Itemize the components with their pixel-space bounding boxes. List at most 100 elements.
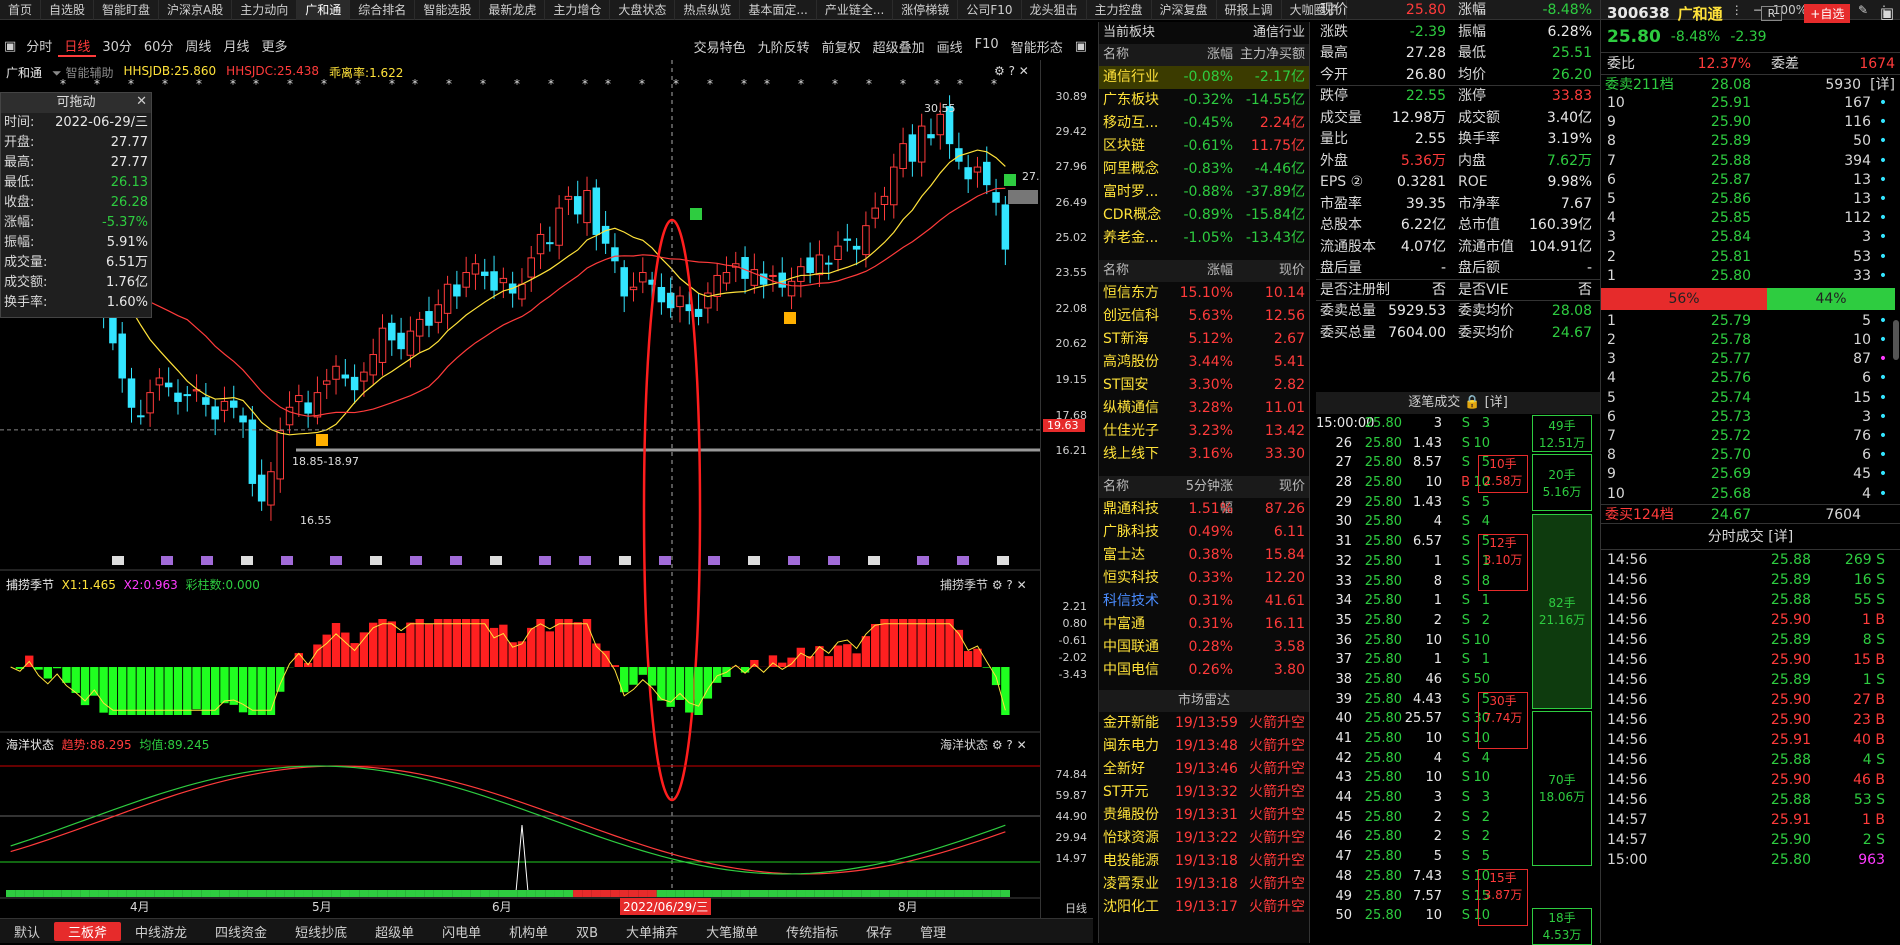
toolbar-menu[interactable]: 前复权 xyxy=(816,37,867,56)
radar-row[interactable]: 闽东电力19/13:48火箭升空 xyxy=(1099,735,1309,758)
table-row[interactable]: 恒信东方15.10%10.14 xyxy=(1099,282,1309,305)
top-tab[interactable]: 沪深京A股 xyxy=(159,0,232,20)
order-level[interactable]: 825.706• xyxy=(1601,446,1900,465)
top-tab[interactable]: 首页 xyxy=(0,0,41,20)
table-row[interactable]: 区块链-0.61%11.75亿 xyxy=(1099,135,1309,158)
draggable-info-box[interactable]: 可拖动 ✕ 时间:2022-06-29/三开盘:27.77最高:27.77最低:… xyxy=(0,92,152,318)
order-level[interactable]: 125.8033• xyxy=(1601,267,1900,286)
top-tab[interactable]: 龙头狙击 xyxy=(1022,0,1087,20)
info-box-title[interactable]: 可拖动 xyxy=(1,93,151,113)
order-level[interactable]: 225.7810• xyxy=(1601,331,1900,350)
table-row[interactable]: ST新海5.12%2.67 xyxy=(1099,328,1309,351)
table-row[interactable]: 通信行业-0.08%-2.17亿 xyxy=(1099,66,1309,89)
indicator-tab[interactable]: 保存 xyxy=(852,922,906,941)
indicator-tab[interactable]: 管理 xyxy=(906,922,960,941)
top-tab[interactable]: 自选股 xyxy=(41,0,94,20)
top-tab[interactable]: 最新龙虎 xyxy=(480,0,545,20)
table-row[interactable]: ST国安3.30%2.82 xyxy=(1099,374,1309,397)
top-tab[interactable]: 主力增仓 xyxy=(545,0,610,20)
table-row[interactable]: 纵横通信3.28%11.01 xyxy=(1099,397,1309,420)
table-row[interactable]: 高鸿股份3.44%5.41 xyxy=(1099,351,1309,374)
toolbar-menu[interactable]: F10 xyxy=(969,37,1005,56)
table-row[interactable]: 阿里概念-0.83%-4.46亿 xyxy=(1099,158,1309,181)
toolbar-menu[interactable]: 智能形态 xyxy=(1005,37,1069,56)
indicator-tab[interactable]: 三板斧 xyxy=(54,922,121,941)
indicator-tab[interactable]: 双B xyxy=(562,922,612,941)
radar-row[interactable]: 贵绳股份19/13:31火箭升空 xyxy=(1099,804,1309,827)
table-row[interactable]: 科信技术0.31%41.61 xyxy=(1099,590,1309,613)
order-level[interactable]: 625.733• xyxy=(1601,408,1900,427)
table-row[interactable]: 中国联通0.28%3.58 xyxy=(1099,636,1309,659)
order-level[interactable]: 525.7415• xyxy=(1601,389,1900,408)
period-tab[interactable]: 月线 xyxy=(217,36,255,57)
add-watchlist-button[interactable]: +自选 xyxy=(1804,4,1850,23)
top-tab[interactable]: 智能盯盘 xyxy=(94,0,159,20)
order-level[interactable]: 525.8613• xyxy=(1601,190,1900,209)
table-row[interactable]: 广脉科技0.49%6.11 xyxy=(1099,521,1309,544)
period-tab[interactable]: 30分 xyxy=(96,36,138,57)
period-tab[interactable]: 分时 xyxy=(20,36,58,57)
kline-chart[interactable]: 18.85-18.9716.5530.5527.81-27.2*********… xyxy=(0,60,1040,918)
indicator-tab[interactable]: 四线资金 xyxy=(201,922,281,941)
table-row[interactable]: 线上线下3.16%33.30 xyxy=(1099,443,1309,466)
top-tab[interactable]: 主力控盘 xyxy=(1087,0,1152,20)
table-row[interactable]: 移动互...-0.45%2.24亿 xyxy=(1099,112,1309,135)
top-tab[interactable]: 综合排名 xyxy=(350,0,415,20)
order-level[interactable]: 1025.91167• xyxy=(1601,94,1900,113)
table-row[interactable]: 仕佳光子3.23%13.42 xyxy=(1099,420,1309,443)
indicator-tab[interactable]: 大笔撤单 xyxy=(692,922,772,941)
order-level[interactable]: 425.766• xyxy=(1601,369,1900,388)
top-tab[interactable]: 产业链全... xyxy=(817,0,893,20)
layout-icon[interactable]: ▣ xyxy=(1069,39,1093,54)
radar-row[interactable]: 电投能源19/13:18火箭升空 xyxy=(1099,850,1309,873)
indicator-tab[interactable]: 中线游龙 xyxy=(121,922,201,941)
toolbar-menu[interactable]: 九阶反转 xyxy=(752,37,816,56)
order-level[interactable]: 325.7787• xyxy=(1601,350,1900,369)
sector-industry[interactable]: 通信行业 xyxy=(1253,22,1305,44)
radar-row[interactable]: 凌霄泵业19/13:18火箭升空 xyxy=(1099,873,1309,896)
order-level[interactable]: 125.795• xyxy=(1601,312,1900,331)
table-row[interactable]: 中富通0.31%16.11 xyxy=(1099,613,1309,636)
top-tab[interactable]: 广和通 xyxy=(297,0,350,20)
close-icon[interactable]: ✕ xyxy=(136,94,147,109)
toolbar-menu[interactable]: 画线 xyxy=(931,37,969,56)
order-level[interactable]: 1025.684• xyxy=(1601,485,1900,504)
ticks-detail-link[interactable]: [详] xyxy=(1485,395,1508,410)
indicator-tab[interactable]: 大单捕弃 xyxy=(612,922,692,941)
radar-row[interactable]: 全新好19/13:46火箭升空 xyxy=(1099,758,1309,781)
indicator-tab[interactable]: 默认 xyxy=(0,922,54,941)
table-row[interactable]: 恒实科技0.33%12.20 xyxy=(1099,567,1309,590)
top-tab[interactable]: 大盘状态 xyxy=(610,0,675,20)
top-tab[interactable]: 主力动向 xyxy=(232,0,297,20)
indicator-tab[interactable]: 传统指标 xyxy=(772,922,852,941)
order-level[interactable]: 725.7276• xyxy=(1601,427,1900,446)
fenshi-detail-link[interactable]: [详] xyxy=(1768,529,1793,545)
table-row[interactable]: 养老金...-1.05%-13.43亿 xyxy=(1099,227,1309,250)
order-level[interactable]: 425.85112• xyxy=(1601,209,1900,228)
order-level[interactable]: 225.8153• xyxy=(1601,248,1900,267)
table-row[interactable]: 富时罗...-0.88%-37.89亿 xyxy=(1099,181,1309,204)
radar-row[interactable]: 金开新能19/13:59火箭升空 xyxy=(1099,712,1309,735)
order-level[interactable]: 325.843• xyxy=(1601,228,1900,247)
period-tab[interactable]: 60分 xyxy=(138,36,180,57)
indicator-tab[interactable]: 超级单 xyxy=(361,922,428,941)
radar-row[interactable]: 怡球资源19/13:22火箭升空 xyxy=(1099,827,1309,850)
table-row[interactable]: CDR概念-0.89%-15.84亿 xyxy=(1099,204,1309,227)
top-tab[interactable]: 研报上调 xyxy=(1217,0,1282,20)
top-tab[interactable]: 涨停梯镜 xyxy=(893,0,958,20)
period-tab[interactable]: 更多 xyxy=(255,36,293,57)
order-level[interactable]: 925.6945• xyxy=(1601,465,1900,484)
indicator-tab[interactable]: 短线抄底 xyxy=(281,922,361,941)
period-tab[interactable]: 周线 xyxy=(179,36,217,57)
scrollbar[interactable] xyxy=(1893,320,1899,360)
order-level[interactable]: 925.90116• xyxy=(1601,113,1900,132)
table-row[interactable]: 创远信科5.63%12.56 xyxy=(1099,305,1309,328)
order-level[interactable]: 625.8713• xyxy=(1601,171,1900,190)
table-row[interactable]: 鼎通科技1.51%87.26 xyxy=(1099,498,1309,521)
indicator-tab[interactable]: 闪电单 xyxy=(428,922,495,941)
table-row[interactable]: 中国电信0.26%3.80 xyxy=(1099,659,1309,682)
top-tab[interactable]: 公司F10 xyxy=(958,0,1021,20)
top-tab[interactable]: 沪深复盘 xyxy=(1152,0,1217,20)
collapse-icon[interactable]: ▣ xyxy=(1880,4,1894,22)
top-tab[interactable]: 基本面定... xyxy=(740,0,816,20)
